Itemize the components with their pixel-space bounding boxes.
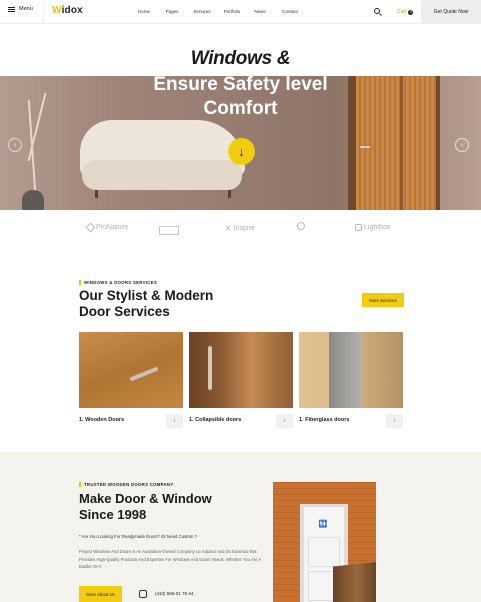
logo-mark: W — [52, 5, 62, 16]
site-header: Menu Widox Home Pages Services Portfolio… — [0, 0, 481, 24]
phone-number[interactable]: (410) 555-01 78 44 — [155, 591, 193, 596]
slider-next-button[interactable]: › — [455, 138, 469, 152]
cart-link[interactable]: Cart 0 — [397, 9, 414, 15]
services-tag: WINDOWS & DOORS SERVICES — [79, 280, 157, 285]
more-about-button[interactable]: More About Us — [79, 586, 122, 602]
service-card-arrow-button[interactable]: › — [276, 414, 293, 428]
hero-door — [356, 76, 436, 210]
hero-door-panel — [400, 76, 403, 210]
service-card-arrow-button[interactable]: › — [386, 414, 403, 428]
more-services-button[interactable]: More Services — [362, 293, 404, 307]
leaf-icon — [85, 222, 96, 233]
service-card-fiberglass[interactable]: 1. Fiberglass doors › — [299, 332, 403, 431]
nav-pages[interactable]: Pages — [158, 9, 186, 14]
nav-services[interactable]: Services — [188, 9, 216, 14]
nav-home[interactable]: Home — [130, 9, 158, 14]
service-card-image — [189, 332, 293, 408]
cart-label: Cart — [397, 9, 407, 15]
hero-door-handle — [360, 146, 370, 148]
arrow-down-icon: ↓ — [238, 144, 245, 159]
partner-logo-mark: ​ — [159, 226, 180, 235]
hamburger-icon — [8, 6, 15, 12]
about-door-samples — [333, 561, 376, 602]
about-door-panel — [308, 537, 340, 567]
search-icon[interactable] — [374, 8, 380, 14]
menu-button[interactable]: Menu — [8, 6, 33, 12]
about-image: 🚻 — [273, 482, 376, 602]
about-tag: TRUSTED WOODEN DOORS COMPANY — [79, 482, 173, 487]
x-icon: ✕ — [225, 224, 232, 233]
services-title-line2: Door Services — [79, 304, 170, 319]
partner-name: ProNature — [96, 224, 128, 231]
partner-logo-circle[interactable] — [297, 222, 305, 230]
circle-logo-icon — [297, 222, 305, 230]
menu-label: Menu — [19, 6, 33, 12]
hero-sofa-seat — [82, 160, 242, 190]
phone-icon — [139, 590, 147, 598]
partner-logo-box[interactable]: ​ — [159, 226, 180, 235]
partner-logo-lightbox[interactable]: Lightbox — [355, 224, 390, 231]
slider-prev-button[interactable]: ‹ — [8, 138, 22, 152]
scroll-down-button[interactable]: ↓ — [228, 138, 255, 165]
nav-news[interactable]: News — [246, 9, 274, 14]
service-card-arrow-button[interactable]: › — [166, 414, 183, 428]
door-plate — [329, 332, 361, 408]
door-handle — [208, 346, 212, 390]
about-question: * Are You Looking For Readymade Doors? O… — [79, 534, 197, 539]
about-title: Make Door & Window Since 1998 — [79, 491, 259, 523]
partner-logo-pronature[interactable]: ProNature — [85, 222, 128, 233]
chevron-right-icon: › — [393, 418, 396, 424]
main-nav: Home Pages Services Portfolio News Conta… — [130, 9, 304, 14]
hero-title-line1: Windows & — [190, 48, 291, 69]
hero-title-line2: Ensure Safety level — [153, 74, 328, 95]
hero-sofa-leg — [228, 190, 231, 198]
cube-icon — [355, 224, 362, 231]
chevron-right-icon: › — [283, 418, 286, 424]
chevron-right-icon: › — [173, 418, 176, 424]
chevron-left-icon: ‹ — [13, 141, 17, 149]
restroom-sign-icon: 🚻 — [318, 521, 328, 528]
get-quote-button[interactable]: Get Quote Now — [421, 0, 481, 24]
services-title: Our Stylist & Modern Door Services — [79, 288, 279, 320]
nav-portfolio[interactable]: Portfolio — [218, 9, 246, 14]
service-card-label[interactable]: 1. Wooden Doors — [79, 417, 124, 423]
chevron-right-icon: › — [460, 141, 464, 149]
hero-sofa-leg — [95, 190, 98, 198]
hero-title-line3: Comfort — [203, 98, 278, 119]
service-card-wooden[interactable]: 1. Wooden Doors › — [79, 332, 183, 431]
services-title-line1: Our Stylist & Modern — [79, 288, 214, 303]
partner-logo-inspire[interactable]: ✕ Inspire — [225, 224, 255, 233]
partner-logos: ProNature ​ ✕ Inspire Lightbox — [85, 222, 405, 244]
service-card-image — [299, 332, 403, 408]
logo-text: idox — [61, 5, 83, 16]
header-divider — [43, 0, 44, 24]
about-tag-text: TRUSTED WOODEN DOORS COMPANY — [84, 482, 174, 487]
about-paragraph: Project Windows And Doors Is An Australi… — [79, 549, 262, 570]
about-title-line2: Since 1998 — [79, 507, 147, 522]
about-section — [0, 452, 481, 602]
service-card-image — [79, 332, 183, 408]
nav-contact[interactable]: Contact — [276, 9, 304, 14]
service-card-label[interactable]: 1. Fiberglass doors — [299, 417, 349, 423]
partner-name: Inspire — [233, 225, 255, 232]
service-card-label[interactable]: 1. Collapsible doors — [189, 417, 241, 423]
door-handle — [129, 366, 159, 382]
service-card-collapsible[interactable]: 1. Collapsible doors › — [189, 332, 293, 431]
site-logo[interactable]: Widox — [52, 5, 83, 16]
decor-vase — [22, 190, 44, 210]
services-tag-text: WINDOWS & DOORS SERVICES — [84, 280, 158, 285]
about-title-line1: Make Door & Window — [79, 491, 212, 506]
partner-name: Lightbox — [364, 224, 391, 231]
cart-count-badge: 0 — [408, 9, 414, 15]
